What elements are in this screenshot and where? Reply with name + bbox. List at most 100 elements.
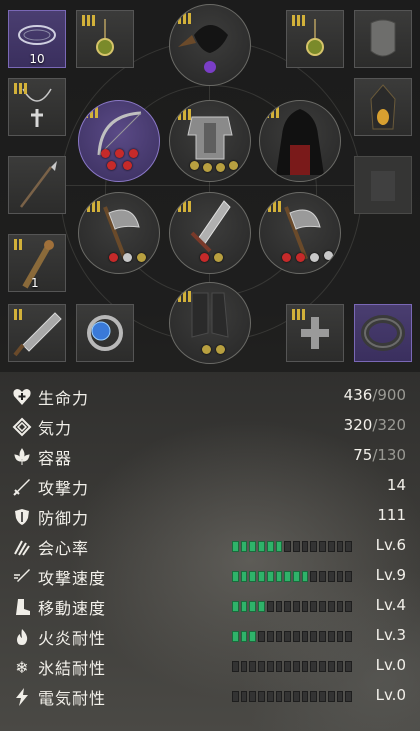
level-segment	[293, 541, 300, 552]
stat-level: Lv.0	[375, 656, 406, 674]
level-segment	[266, 661, 274, 672]
relic-slot[interactable]	[286, 304, 344, 362]
stat-label: 容器	[38, 449, 73, 468]
level-segment	[345, 631, 353, 642]
axe-slot-left[interactable]	[78, 192, 160, 274]
level-segment	[310, 571, 318, 582]
gem-icon	[216, 345, 225, 354]
lightning-icon	[11, 686, 33, 708]
level-segment	[275, 601, 283, 612]
level-segment	[336, 571, 344, 582]
level-segment	[258, 691, 265, 702]
rarity-pips	[268, 201, 281, 212]
level-segment	[293, 631, 300, 642]
level-segment	[240, 571, 248, 582]
stat-hp: 生命力 436/900	[8, 382, 412, 410]
gem-icon	[203, 163, 212, 172]
level-segment	[232, 631, 239, 642]
level-segment	[266, 571, 274, 582]
gem-icon	[200, 253, 209, 262]
stat-elec-res: 電気耐性 Lv.0	[8, 682, 412, 710]
level-segment	[249, 571, 257, 582]
knife-slot[interactable]	[8, 304, 66, 362]
rarity-pips	[14, 239, 22, 250]
stat-label: 氷結耐性	[38, 659, 107, 678]
level-segment	[293, 691, 300, 702]
mask-slot[interactable]	[354, 10, 412, 68]
stat-level: Lv.9	[375, 566, 406, 584]
stat-attack: 攻撃力 14	[8, 472, 412, 500]
bracelet-slot[interactable]	[354, 304, 412, 362]
rarity-pips	[178, 291, 191, 302]
gem-icon	[214, 253, 223, 262]
sapphire-ring-icon	[87, 315, 123, 351]
level-bar	[232, 631, 353, 642]
cloak-slot[interactable]	[259, 100, 341, 182]
stat-label: 攻撃力	[38, 479, 90, 498]
necklace-slot[interactable]	[8, 78, 66, 136]
item-count: 1	[31, 276, 39, 290]
level-segment	[232, 601, 239, 612]
spear-slot[interactable]	[8, 156, 66, 214]
level-segment	[319, 631, 326, 642]
stat-crit: 会心率 Lv.6	[8, 532, 412, 560]
stat-level: Lv.0	[375, 686, 406, 704]
level-segment	[310, 541, 318, 552]
level-segment	[301, 571, 309, 582]
rarity-pips	[14, 309, 22, 320]
level-segment	[275, 571, 283, 582]
rarity-pips	[292, 309, 305, 320]
swift-sword-icon	[11, 566, 33, 588]
decor-line-h	[40, 185, 380, 186]
stat-value: 14	[386, 476, 406, 494]
stat-label: 電気耐性	[38, 689, 107, 708]
inventory-screen: 10 1 生命力 436/900 気力 320/320 容器 75/130 攻撃…	[0, 0, 420, 731]
level-segment	[284, 691, 292, 702]
level-segment	[319, 541, 326, 552]
level-segment	[249, 661, 257, 672]
level-segment	[266, 631, 274, 642]
gem-icon	[115, 149, 124, 158]
armor-slot[interactable]	[169, 100, 251, 182]
gem-icon	[129, 149, 138, 158]
level-segment	[293, 661, 300, 672]
level-segment	[293, 571, 300, 582]
level-segment	[327, 541, 335, 552]
level-segment	[319, 601, 326, 612]
level-segment	[240, 541, 248, 552]
level-segment	[319, 661, 326, 672]
stat-fire-res: 火炎耐性 Lv.3	[8, 622, 412, 650]
amulet-slot-top-right[interactable]	[286, 10, 344, 68]
stat-level: Lv.3	[375, 626, 406, 644]
ring-slot-blue[interactable]	[76, 304, 134, 362]
stat-attack-speed: 攻撃速度 Lv.9	[8, 562, 412, 590]
level-segment	[232, 691, 239, 702]
bow-slot[interactable]	[78, 100, 160, 182]
stat-label: 防御力	[38, 509, 90, 528]
boot-icon	[11, 596, 33, 618]
ring-slot-top-left[interactable]: 10	[8, 10, 66, 68]
level-segment	[240, 661, 248, 672]
level-segment	[327, 661, 335, 672]
heart-plus-icon	[11, 386, 33, 408]
axe-slot-right[interactable]	[259, 192, 341, 274]
empty-slot-right[interactable]	[354, 156, 412, 214]
level-segment	[327, 571, 335, 582]
rarity-pips	[178, 109, 191, 120]
level-segment	[345, 541, 353, 552]
amulet-slot-top[interactable]	[76, 10, 134, 68]
sword-slot[interactable]	[169, 192, 251, 274]
gem-icon	[101, 149, 110, 158]
torch-slot[interactable]: 1	[8, 234, 66, 292]
gem-icon	[310, 253, 319, 262]
helmet-slot[interactable]	[169, 4, 251, 86]
boots-slot[interactable]	[169, 282, 251, 364]
gem-icon	[123, 161, 132, 170]
gem-icon	[296, 253, 305, 262]
level-segment	[345, 691, 353, 702]
sword-icon	[11, 476, 33, 498]
level-segment	[336, 601, 344, 612]
level-segment	[240, 601, 248, 612]
stat-label: 会心率	[38, 539, 90, 558]
lantern-slot[interactable]	[354, 78, 412, 136]
